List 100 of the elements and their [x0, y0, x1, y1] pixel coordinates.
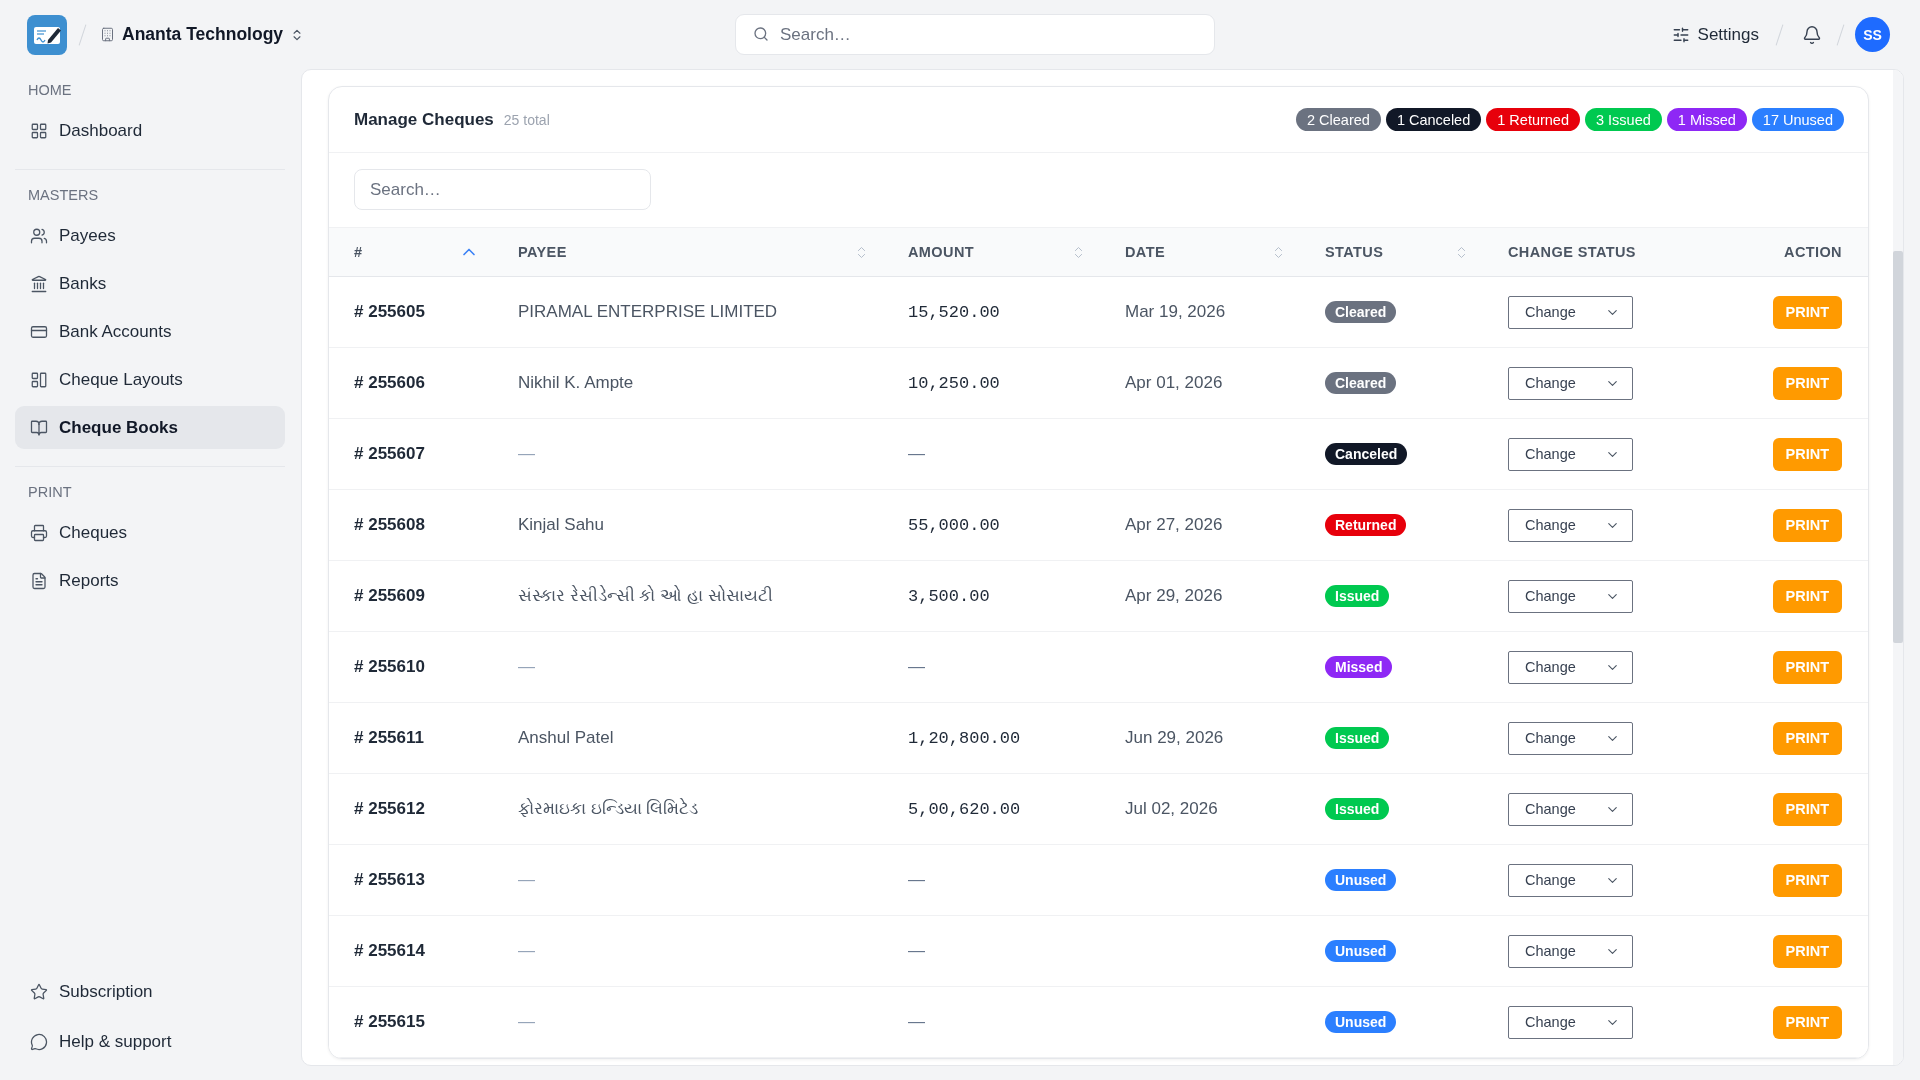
status-badge: Returned: [1325, 514, 1407, 536]
status-count-badge: 1 Canceled: [1385, 108, 1482, 131]
table-cell: Jul 02, 2026: [1125, 799, 1218, 819]
table-cell: —: [908, 941, 925, 961]
table-cell: —: [908, 1012, 925, 1032]
scrollbar-thumb[interactable]: [1893, 251, 1903, 643]
sidebar-item[interactable]: Cheque Layouts: [15, 358, 285, 401]
table-cell: # 255612: [354, 799, 425, 819]
table-cell: Apr 27, 2026: [1125, 515, 1223, 535]
status-badge: Canceled: [1325, 443, 1408, 465]
table-cell: # 255611: [354, 728, 424, 748]
table-cell: # 255607: [354, 444, 425, 464]
table-cell: # 255609: [354, 586, 425, 606]
search-field[interactable]: Search…: [354, 169, 651, 210]
table-cell: —: [908, 444, 925, 464]
chat-bubble-icon: [30, 1032, 48, 1051]
status-select[interactable]: Change: [1508, 863, 1633, 897]
bank-icon: [30, 274, 48, 293]
sidebar-item[interactable]: Reports: [15, 559, 285, 602]
status-count-badge: 3 Issued: [1585, 108, 1662, 131]
table-cell: Mar 19, 2026: [1125, 302, 1226, 322]
status-select[interactable]: Change: [1508, 508, 1633, 542]
table-cell: 5,00,620.00: [908, 799, 1021, 819]
user-avatar[interactable]: SS: [1855, 17, 1890, 52]
status-badge: Unused: [1325, 940, 1397, 962]
table-cell: 55,000.00: [908, 515, 1000, 535]
printer-icon: [30, 523, 48, 542]
section-label: HOME: [27, 81, 72, 99]
table-cell: Jun 29, 2026: [1125, 728, 1224, 748]
book-icon: [30, 418, 48, 437]
status-count-badge: 1 Missed: [1666, 108, 1747, 131]
status-count-badge: 1 Returned: [1486, 108, 1580, 131]
table-cell: Apr 01, 2026: [1125, 373, 1223, 393]
column-header[interactable]: AMOUNT: [908, 244, 1086, 260]
company-switcher[interactable]: Ananta Technology: [98, 20, 307, 49]
sidebar-item[interactable]: Dashboard: [15, 109, 285, 152]
column-header[interactable]: STATUS: [1325, 244, 1469, 260]
sidebar-item[interactable]: Banks: [15, 262, 285, 305]
table-cell: # 255608: [354, 515, 425, 535]
status-badge: Unused: [1325, 1011, 1397, 1033]
status-count-badge: 17 Unused: [1751, 108, 1844, 131]
status-select[interactable]: Change: [1508, 792, 1633, 826]
sidebar-item[interactable]: Cheque Books: [15, 406, 285, 449]
total-count: 25 total: [503, 111, 550, 128]
table-cell: # 255606: [354, 373, 425, 393]
settings-button[interactable]: Settings: [1669, 20, 1761, 49]
sidebar-item[interactable]: Help & support: [15, 1020, 285, 1063]
table-cell: —: [518, 657, 535, 677]
table-cell: # 255610: [354, 657, 425, 677]
table-cell: # 255614: [354, 941, 425, 961]
status-count-badge: 2 Cleared: [1296, 108, 1381, 131]
status-select[interactable]: Change: [1508, 650, 1633, 684]
column-header[interactable]: #: [354, 242, 479, 262]
status-select[interactable]: Change: [1508, 437, 1633, 471]
column-header: CHANGE STATUS: [1508, 244, 1636, 260]
table-cell: —: [518, 941, 535, 961]
table-cell: # 255615: [354, 1012, 425, 1032]
status-badge: Issued: [1325, 585, 1390, 607]
table-cell: # 255613: [354, 870, 425, 890]
table-cell: Nikhil K. Ampte: [518, 373, 634, 393]
column-header[interactable]: DATE: [1125, 244, 1286, 260]
table-cell: PIRAMAL ENTERPRISE LIMITED: [518, 302, 778, 322]
table-cell: સંસ્કાર રેસીડેન્સી કો ઓ હા સોસાયટી: [518, 586, 773, 606]
star-icon: [30, 982, 48, 1001]
section-label: PRINT: [27, 483, 72, 501]
table-cell: ફોરમાઇકા ઇન્ડિયા લિમિટેડ: [518, 799, 699, 819]
section-label: MASTERS: [27, 186, 99, 204]
column-header[interactable]: PAYEE: [518, 244, 869, 260]
cheque-logo-icon[interactable]: [27, 14, 67, 55]
status-select[interactable]: Change: [1508, 366, 1633, 400]
table-cell: —: [518, 1012, 535, 1032]
status-select[interactable]: Change: [1508, 579, 1633, 613]
status-select[interactable]: Change: [1508, 1005, 1633, 1039]
sidebar-item[interactable]: Payees: [15, 214, 285, 257]
status-badge: Unused: [1325, 869, 1397, 891]
status-select[interactable]: Change: [1508, 721, 1633, 755]
table-cell: 15,520.00: [908, 302, 1000, 322]
status-badge: Cleared: [1325, 372, 1397, 394]
table-cell: Apr 29, 2026: [1125, 586, 1223, 606]
column-header: ACTION: [1784, 244, 1842, 260]
sidebar-item[interactable]: Cheques: [15, 511, 285, 554]
table-cell: 1,20,800.00: [908, 728, 1021, 748]
status-badge: Cleared: [1325, 301, 1397, 323]
table-cell: Anshul Patel: [518, 728, 614, 748]
table-cell: 10,250.00: [908, 373, 1000, 393]
sidebar-item[interactable]: Bank Accounts: [15, 310, 285, 353]
status-select[interactable]: Change: [1508, 295, 1633, 329]
building-icon: [100, 27, 115, 42]
status-badge: Missed: [1325, 656, 1393, 678]
sidebar-item[interactable]: Subscription: [15, 970, 285, 1013]
table-cell: 3,500.00: [908, 586, 990, 606]
table-cell: —: [908, 657, 925, 677]
search-field[interactable]: Search…: [735, 14, 1215, 55]
table-cell: —: [518, 870, 535, 890]
card-title: Manage Cheques: [354, 109, 494, 130]
table-cell: —: [518, 444, 535, 464]
users-icon: [30, 226, 48, 245]
table-cell: # 255605: [354, 302, 425, 322]
status-select[interactable]: Change: [1508, 934, 1633, 968]
grid-icon: [30, 121, 48, 140]
